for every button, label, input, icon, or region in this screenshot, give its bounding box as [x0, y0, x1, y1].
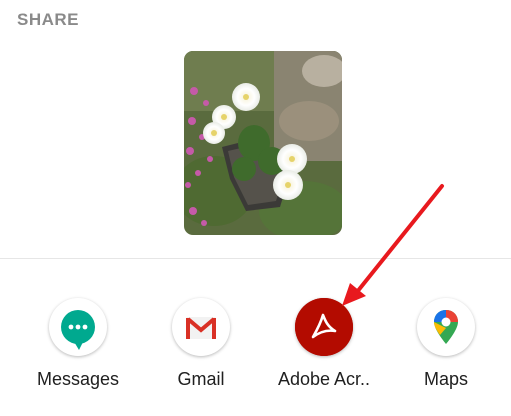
share-target-label: Maps: [423, 369, 468, 389]
maps-icon: [434, 310, 458, 344]
divider: [0, 258, 511, 259]
share-target-gmail[interactable]: Gmail: [141, 296, 261, 400]
share-target-label: Gmail: [177, 369, 225, 389]
adobe-acrobat-icon: [295, 298, 353, 356]
gmail-icon: [186, 317, 216, 339]
share-sheet: SHARE Messages Gmail Adobe Acr.. Maps: [0, 0, 511, 416]
share-target-messages[interactable]: Messages: [18, 296, 138, 400]
share-targets: Messages Gmail Adobe Acr.. Maps: [0, 296, 511, 406]
messages-icon: [61, 310, 95, 350]
share-target-maps[interactable]: Maps: [386, 296, 506, 400]
share-target-label: Messages: [36, 369, 120, 389]
share-title: SHARE: [17, 10, 80, 29]
share-target-adobe-acrobat[interactable]: Adobe Acr..: [264, 296, 384, 400]
flower-photo: [184, 51, 342, 235]
share-target-label: Adobe Acr..: [277, 369, 371, 389]
shared-image-preview: [184, 51, 342, 235]
